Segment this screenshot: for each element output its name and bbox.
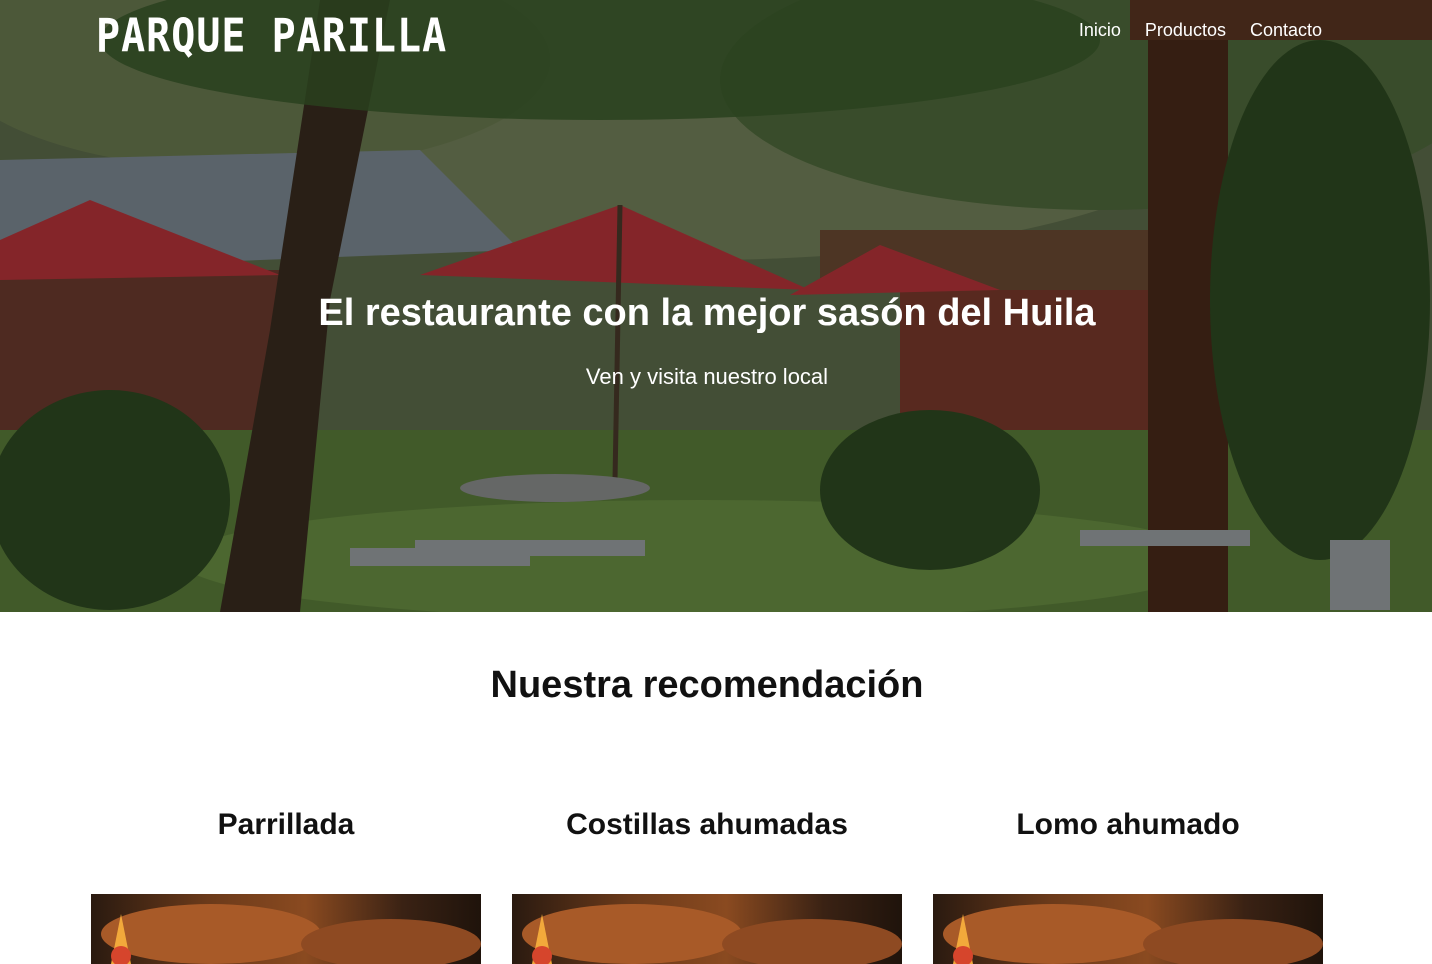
recommendation-card-title: Parrillada [217, 808, 355, 841]
recommendation-card-title: Lomo ahumado [1016, 808, 1240, 841]
hero-subtitle: Ven y visita nuestro local [585, 364, 829, 389]
recommendation-card-title: Costillas ahumadas [566, 808, 848, 841]
hero-section: PARQUE PARILLA Inicio Productos Contacto… [0, 0, 1432, 612]
hero-title: El restaurante con la mejor sasón del Hu… [318, 292, 1096, 334]
recommendation-card-image [512, 894, 902, 964]
recommendation-card-image [933, 894, 1323, 964]
recommendation-card[interactable]: Costillas ahumadas [512, 808, 902, 964]
recommendation-card[interactable]: Parrillada [91, 808, 481, 964]
main-nav: Inicio Productos Contacto [1079, 20, 1322, 41]
recommendation-card[interactable]: Lomo ahumado [933, 808, 1323, 964]
nav-link-inicio[interactable]: Inicio [1079, 20, 1121, 41]
recommendation-card-image [91, 894, 481, 964]
brand-logo[interactable]: PARQUE PARILLA [96, 10, 447, 63]
nav-link-contacto[interactable]: Contacto [1250, 20, 1322, 41]
recommendation-cards: Parrillada Costillas ahumadas Lomo ahuma… [91, 808, 1323, 964]
nav-link-productos[interactable]: Productos [1145, 20, 1226, 41]
recommendations-title: Nuestra recomendación [490, 664, 924, 706]
